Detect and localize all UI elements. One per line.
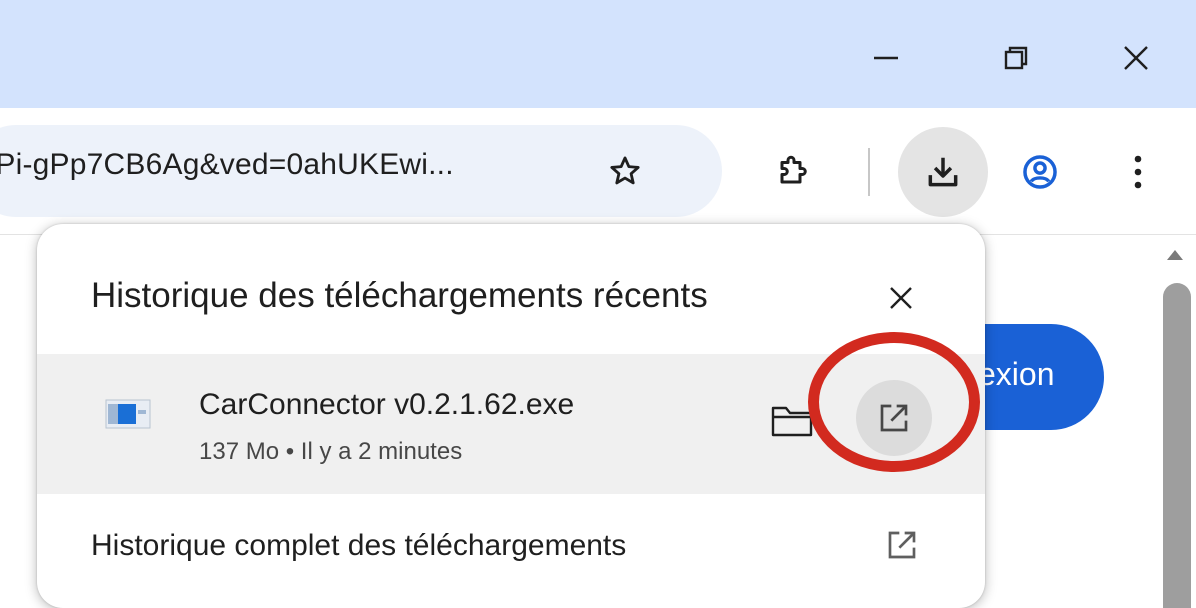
full-history-link[interactable]: Historique complet des téléchargements bbox=[91, 529, 626, 563]
bubble-close-button[interactable] bbox=[881, 278, 921, 318]
download-file-meta: 137 Mo • Il y a 2 minutes bbox=[199, 438, 463, 465]
full-history-open-button[interactable] bbox=[879, 522, 925, 568]
show-in-folder-button[interactable] bbox=[767, 396, 817, 446]
toolbar-divider bbox=[868, 148, 870, 196]
star-icon bbox=[610, 156, 640, 185]
close-window-button[interactable] bbox=[1106, 30, 1166, 86]
exe-file-icon bbox=[105, 399, 151, 429]
bookmark-button[interactable] bbox=[601, 147, 649, 195]
browser-window: ZiPi-gPp7CB6Ag&ved=0ahUKEwi... exion His… bbox=[0, 0, 1196, 608]
address-bar[interactable]: ZiPi-gPp7CB6Ag&ved=0ahUKEwi... bbox=[0, 125, 722, 217]
title-bar bbox=[0, 0, 1196, 108]
restore-icon bbox=[1004, 46, 1028, 70]
minimize-icon bbox=[874, 56, 898, 60]
restore-button[interactable] bbox=[986, 30, 1046, 86]
bubble-title: Historique des téléchargements récents bbox=[91, 276, 708, 315]
more-vert-icon bbox=[1134, 155, 1142, 189]
downloads-bubble: Historique des téléchargements récents C… bbox=[37, 224, 985, 608]
profile-icon bbox=[1023, 155, 1057, 189]
download-icon bbox=[928, 157, 958, 187]
download-file-name: CarConnector v0.2.1.62.exe bbox=[199, 388, 575, 421]
close-icon bbox=[890, 287, 912, 309]
url-text[interactable]: ZiPi-gPp7CB6Ag&ved=0ahUKEwi... bbox=[0, 148, 454, 182]
close-icon bbox=[1124, 46, 1148, 70]
extensions-button[interactable] bbox=[766, 142, 822, 198]
scroll-up-arrow[interactable] bbox=[1167, 250, 1183, 260]
downloads-button[interactable] bbox=[898, 127, 988, 217]
page-login-button-label: exion bbox=[978, 356, 1055, 392]
download-item[interactable]: CarConnector v0.2.1.62.exe 137 Mo • Il y… bbox=[37, 354, 985, 494]
scrollbar-thumb[interactable] bbox=[1163, 283, 1191, 608]
puzzle-icon bbox=[780, 155, 807, 184]
open-external-icon bbox=[888, 531, 916, 559]
profile-button[interactable] bbox=[1012, 144, 1068, 200]
browser-toolbar: ZiPi-gPp7CB6Ag&ved=0ahUKEwi... bbox=[0, 108, 1196, 235]
minimize-button[interactable] bbox=[856, 30, 916, 86]
menu-button[interactable] bbox=[1110, 144, 1166, 200]
folder-icon bbox=[771, 406, 813, 437]
open-external-icon bbox=[880, 404, 908, 432]
open-file-button[interactable] bbox=[856, 380, 932, 456]
